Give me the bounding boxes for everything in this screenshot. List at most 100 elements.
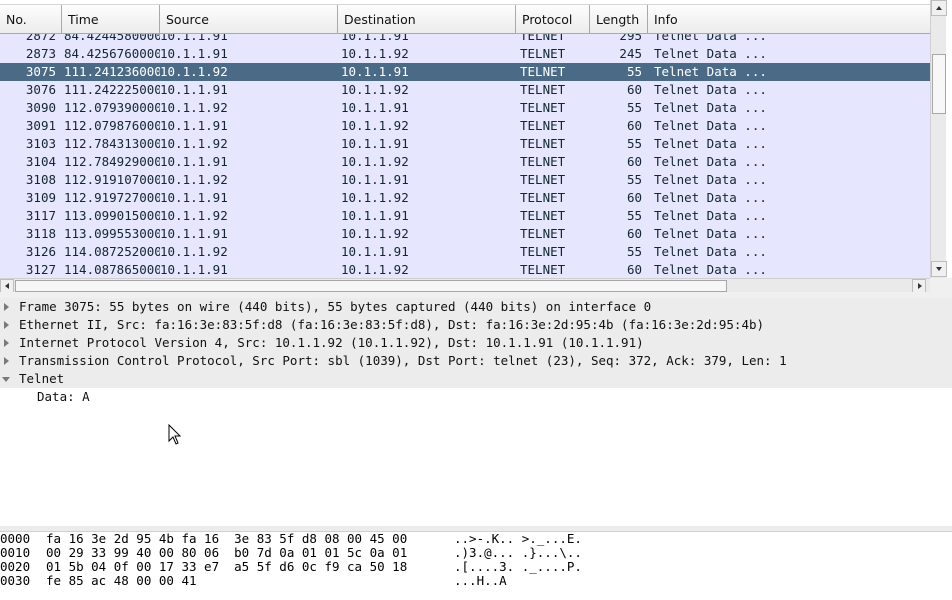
cell-length: 60	[626, 190, 642, 205]
column-header-info[interactable]: Info	[648, 5, 930, 33]
detail-tree-row[interactable]: Ethernet II, Src: fa:16:3e:83:5f:d8 (fa:…	[0, 316, 952, 334]
cell-source: 10.1.1.92	[160, 136, 228, 151]
cell-destination: 10.1.1.92	[341, 154, 409, 169]
bytes-ascii[interactable]: .)3.@... .}...\..	[454, 546, 654, 560]
bytes-ascii[interactable]: ..>-.K.. >._...E.	[454, 532, 654, 546]
table-row[interactable]: 3126 114.0872520000 10.1.1.92 10.1.1.91 TELN…	[0, 243, 930, 261]
cell-no: 3109	[25, 190, 56, 205]
cell-info: Telnet Data ...	[654, 172, 767, 187]
scroll-right-button[interactable]	[912, 279, 926, 293]
bytes-hex[interactable]: fa 16 3e 2d 95 4b fa 16 3e 83 5f d8 08 0…	[46, 532, 454, 546]
cell-protocol: TELNET	[520, 82, 566, 97]
detail-field-row[interactable]: Data: A	[0, 388, 952, 406]
detail-tree-row[interactable]: Frame 3075: 55 bytes on wire (440 bits),…	[0, 298, 952, 316]
table-row[interactable]: 3090 112.0793900000 10.1.1.92 10.1.1.91 TELN…	[0, 99, 930, 117]
cell-time: 112.7843130000	[64, 136, 160, 151]
cell-length: 295	[619, 34, 642, 43]
detail-text: Data: A	[37, 389, 90, 404]
table-row[interactable]: 3109 112.9197270000 10.1.1.91 10.1.1.92 TELN…	[0, 189, 930, 207]
packet-bytes-pane[interactable]: 0000 fa 16 3e 2d 95 4b fa 16 3e 83 5f d8 …	[0, 532, 952, 600]
table-row[interactable]: 3076 111.2422250000 10.1.1.91 10.1.1.92 TELN…	[0, 81, 930, 99]
bytes-hex[interactable]: fe 85 ac 48 00 00 41	[46, 574, 454, 588]
column-header-length[interactable]: Length	[590, 5, 648, 33]
cell-destination: 10.1.1.92	[341, 262, 409, 277]
bytes-offset[interactable]: 0030	[0, 574, 46, 588]
cell-source: 10.1.1.92	[160, 64, 228, 79]
cell-info: Telnet Data ...	[654, 190, 767, 205]
table-row[interactable]: 2873 84.4256760000 10.1.1.91 10.1.1.92 TELNE…	[0, 45, 930, 63]
cell-no: 3126	[25, 244, 56, 259]
bytes-offset[interactable]: 0020	[0, 560, 46, 574]
column-header-row: No. Time Source Destination Protocol Len…	[0, 4, 930, 34]
table-row[interactable]: 3091 112.0798760000 10.1.1.91 10.1.1.92 TELN…	[0, 117, 930, 135]
cell-protocol: TELNET	[520, 154, 566, 169]
table-row[interactable]: 3127 114.0878650000 10.1.1.91 10.1.1.92 TELN…	[0, 261, 930, 278]
cell-length: 55	[626, 100, 642, 115]
packet-details-pane[interactable]: Frame 3075: 55 bytes on wire (440 bits),…	[0, 298, 952, 526]
bytes-ascii[interactable]: .[....3. ._....P.	[454, 560, 654, 574]
bytes-row: 0010 00 29 33 99 40 00 80 06 b0 7d 0a 01 …	[0, 546, 952, 560]
cell-length: 60	[626, 118, 642, 133]
cell-time: 113.0990150000	[64, 208, 160, 223]
collapsed-triangle-icon[interactable]	[4, 339, 9, 347]
arrow-down-icon	[936, 267, 942, 271]
cell-no: 3118	[25, 226, 56, 241]
bytes-hex[interactable]: 01 5b 04 0f 00 17 33 e7 a5 5f d6 0c f9 c…	[46, 560, 454, 574]
packet-list-vertical-scrollbar[interactable]	[930, 0, 947, 278]
bytes-ascii[interactable]: ...H..A	[454, 574, 654, 588]
collapsed-triangle-icon[interactable]	[4, 303, 9, 311]
detail-tree-row[interactable]: Internet Protocol Version 4, Src: 10.1.1…	[0, 334, 952, 352]
bytes-hex[interactable]: 00 29 33 99 40 00 80 06 b0 7d 0a 01 01 5…	[46, 546, 454, 560]
table-row-selected[interactable]: 3075 111.2412360000 10.1.1.92 10.1.1.91 TELN…	[0, 63, 930, 81]
cell-no: 3091	[25, 118, 56, 133]
scroll-down-button[interactable]	[931, 261, 947, 277]
cell-length: 55	[626, 64, 642, 79]
cell-info: Telnet Data ...	[654, 46, 767, 61]
table-row[interactable]: 3108 112.9191070000 10.1.1.92 10.1.1.91 TELN…	[0, 171, 930, 189]
column-header-destination[interactable]: Destination	[338, 5, 516, 33]
cell-length: 55	[626, 208, 642, 223]
cell-no: 2872	[25, 34, 56, 43]
bytes-offset[interactable]: 0010	[0, 546, 46, 560]
cell-source: 10.1.1.91	[160, 34, 228, 43]
cell-protocol: TELNET	[520, 208, 566, 223]
table-row[interactable]: 3118 113.0995530000 10.1.1.91 10.1.1.92 TELN…	[0, 225, 930, 243]
cell-time: 112.0798760000	[64, 118, 160, 133]
column-header-no[interactable]: No.	[0, 5, 62, 33]
cell-source: 10.1.1.91	[160, 190, 228, 205]
cell-length: 60	[626, 154, 642, 169]
arrow-left-icon	[5, 283, 9, 289]
column-header-protocol[interactable]: Protocol	[516, 5, 590, 33]
vertical-scroll-thumb[interactable]	[932, 54, 946, 114]
cell-info: Telnet Data ...	[654, 100, 767, 115]
detail-tree-row[interactable]: Telnet	[0, 370, 952, 388]
expanded-triangle-icon[interactable]	[2, 377, 10, 382]
collapsed-triangle-icon[interactable]	[4, 321, 9, 329]
detail-tree-row[interactable]: Transmission Control Protocol, Src Port:…	[0, 352, 952, 370]
table-row[interactable]: 3103 112.7843130000 10.1.1.92 10.1.1.91 TELN…	[0, 135, 930, 153]
table-row[interactable]: 2872 84.4244580000 10.1.1.91 10.1.1.91 TELNE…	[0, 34, 930, 45]
bytes-row: 0000 fa 16 3e 2d 95 4b fa 16 3e 83 5f d8 …	[0, 532, 952, 546]
collapsed-triangle-icon[interactable]	[4, 357, 9, 365]
packet-list-horizontal-scrollbar[interactable]	[0, 278, 930, 293]
packet-rows: 2872 84.4244580000 10.1.1.91 10.1.1.91 TELNE…	[0, 34, 930, 278]
table-row[interactable]: 3104 112.7849290000 10.1.1.91 10.1.1.92 TELN…	[0, 153, 930, 171]
mouse-cursor-icon	[168, 424, 182, 445]
column-header-time[interactable]: Time	[62, 5, 160, 33]
scroll-up-button[interactable]	[931, 0, 947, 16]
packet-list-pane[interactable]: No. Time Source Destination Protocol Len…	[0, 0, 930, 278]
cell-time: 112.7849290000	[64, 154, 160, 169]
cell-length: 55	[626, 172, 642, 187]
cell-protocol: TELNET	[520, 226, 566, 241]
cell-time: 84.4256760000	[64, 46, 160, 61]
detail-text: Ethernet II, Src: fa:16:3e:83:5f:d8 (fa:…	[19, 317, 765, 332]
cell-protocol: TELNET	[520, 190, 566, 205]
cell-time: 112.9191070000	[64, 172, 160, 187]
column-header-source[interactable]: Source	[160, 5, 338, 33]
cell-source: 10.1.1.92	[160, 208, 228, 223]
bytes-offset[interactable]: 0000	[0, 532, 46, 546]
cell-info: Telnet Data ...	[654, 82, 767, 97]
scroll-left-button[interactable]	[0, 279, 14, 293]
horizontal-scroll-thumb[interactable]	[15, 280, 727, 292]
table-row[interactable]: 3117 113.0990150000 10.1.1.92 10.1.1.91 TELN…	[0, 207, 930, 225]
